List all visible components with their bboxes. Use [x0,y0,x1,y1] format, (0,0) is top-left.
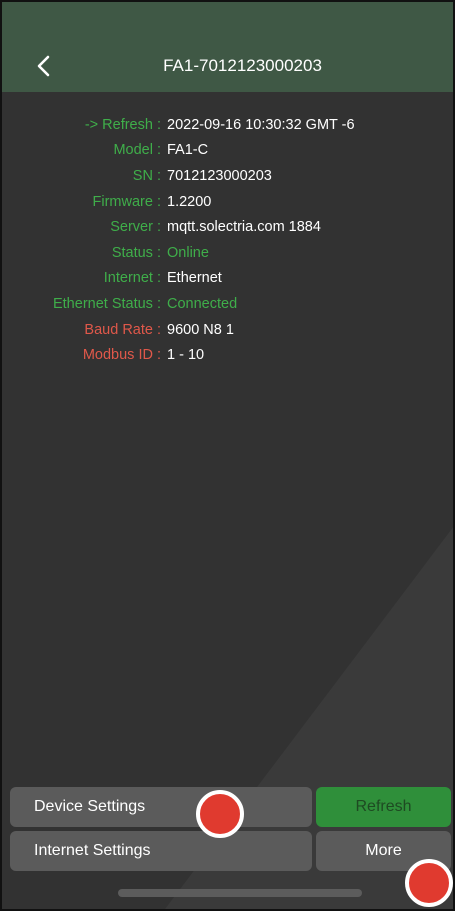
info-label: Modbus ID : [82,347,161,364]
info-label: Ethernet Status : [52,295,161,312]
info-value: Ethernet [167,270,222,287]
info-label: Status : [111,244,161,261]
device-info-list: -> Refresh : 2022-09-16 10:30:32 GMT -6 … [2,112,453,368]
info-label: Model : [113,142,161,159]
page-title: FA1-7012123000203 [163,56,322,75]
touch-marker [405,859,453,907]
info-row-sn: SN : 7012123000203 [2,163,453,189]
info-row-baud-rate: Baud Rate : 9600 N8 1 [2,317,453,343]
info-label: Internet : [103,270,161,287]
info-value: mqtt.solectria.com 1884 [167,219,321,236]
refresh-button[interactable]: Refresh [316,787,451,827]
info-row-server: Server : mqtt.solectria.com 1884 [2,214,453,240]
info-row-ethernet-status: Ethernet Status : Connected [2,291,453,317]
info-value: FA1-C [167,142,209,159]
info-label: SN : [132,167,161,184]
touch-marker [196,790,244,838]
info-row-firmware: Firmware : 1.2200 [2,189,453,215]
info-row-modbus-id: Modbus ID : 1 - 10 [2,342,453,368]
info-row-status: Status : Online [2,240,453,266]
app-header: FA1-7012123000203 [2,40,453,92]
internet-settings-button[interactable]: Internet Settings [10,831,312,871]
info-label[interactable]: -> Refresh : [2,117,167,133]
info-value: 1 - 10 [167,347,205,364]
status-bar [2,2,453,40]
info-value: Online [167,244,209,261]
info-row-refresh: -> Refresh : 2022-09-16 10:30:32 GMT -6 [2,112,453,138]
info-value: 9600 N8 1 [167,321,234,338]
info-value: 2022-09-16 10:30:32 GMT -6 [167,116,355,133]
info-row-internet: Internet : Ethernet [2,266,453,292]
info-label: Server : [110,219,161,236]
info-row-model: Model : FA1-C [2,138,453,164]
info-value: 7012123000203 [167,167,272,184]
info-label: Firmware : [92,193,161,210]
info-label: Baud Rate : [84,321,161,338]
device-settings-button[interactable]: Device Settings [10,787,312,827]
device-detail-screen: FA1-7012123000203 -> Refresh : 2022-09-1… [0,0,455,911]
info-value: Connected [167,295,238,312]
home-indicator[interactable] [118,889,362,897]
info-value: 1.2200 [167,193,212,210]
